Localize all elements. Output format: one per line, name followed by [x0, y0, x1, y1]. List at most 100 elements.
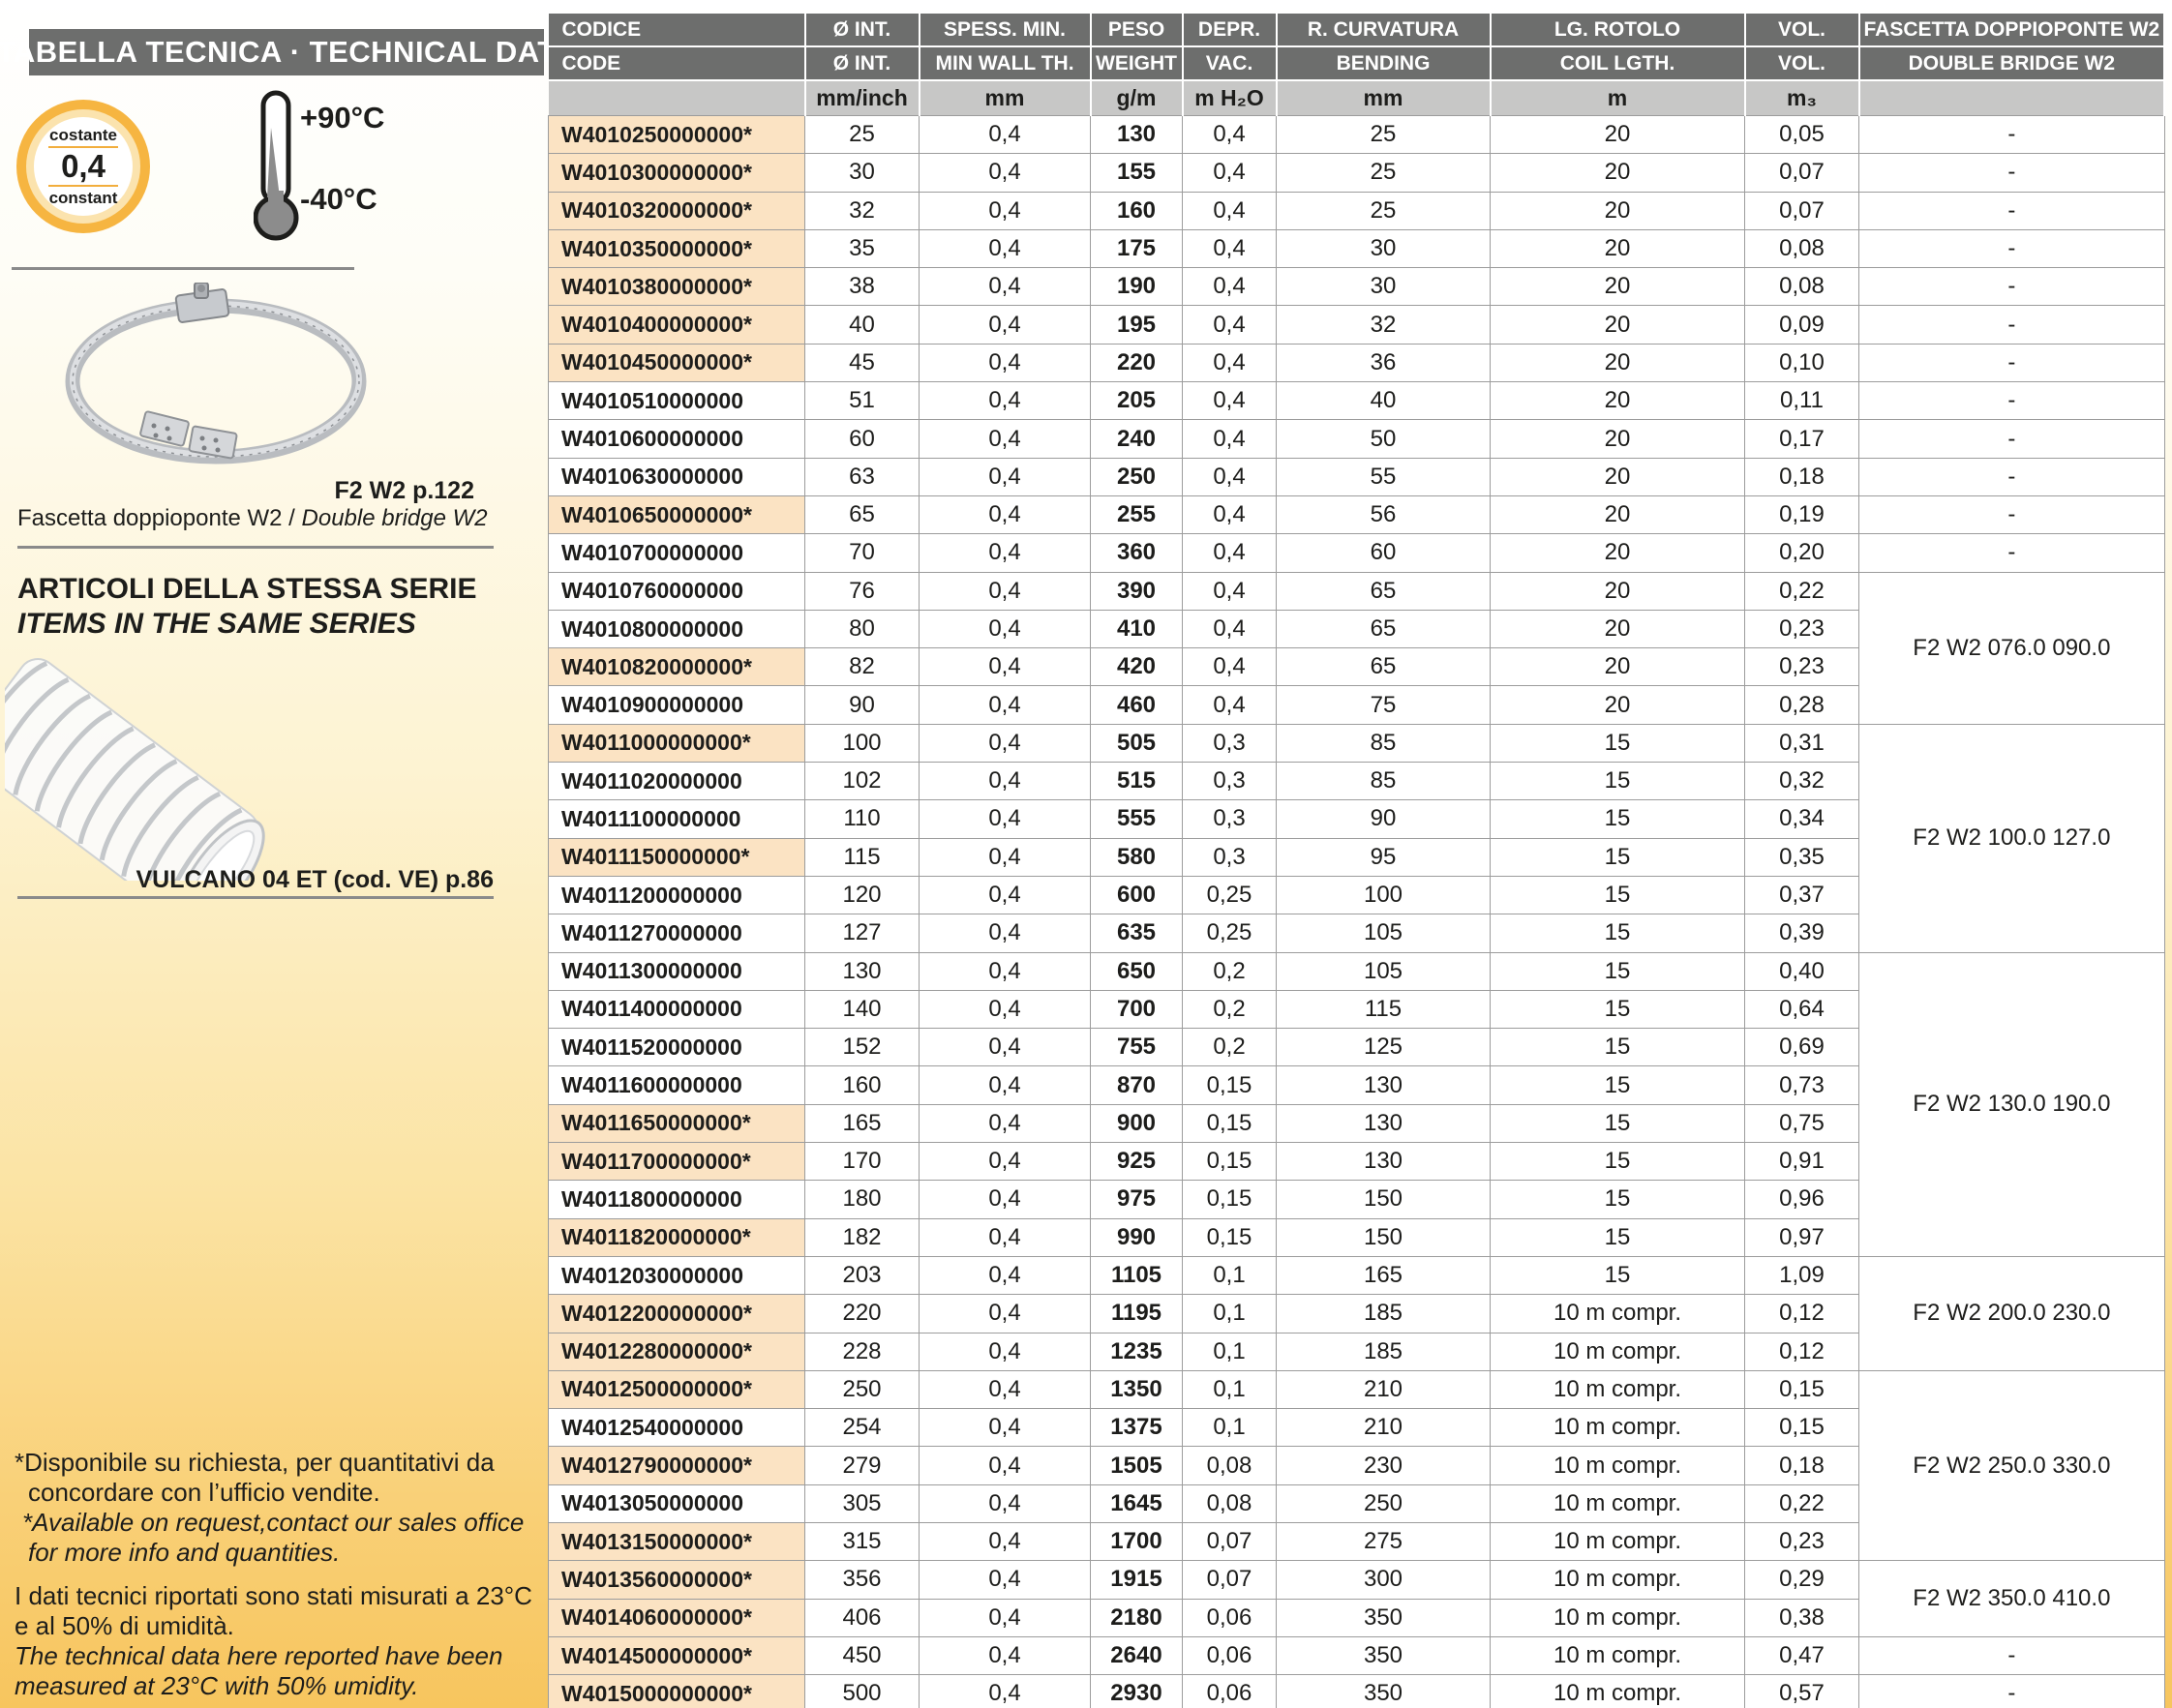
value-cell: 390 [1091, 572, 1183, 610]
value-cell: 85 [1277, 724, 1491, 762]
value-cell: 1350 [1091, 1370, 1183, 1408]
bridge-clamp-cell: - [1859, 229, 2165, 267]
value-cell: 228 [805, 1333, 920, 1370]
value-cell: 0,12 [1745, 1295, 1859, 1333]
value-cell: 0,69 [1745, 1029, 1859, 1066]
value-cell: 130 [1091, 116, 1183, 154]
value-cell: 0,4 [920, 952, 1091, 990]
value-cell: 0,4 [1183, 610, 1277, 647]
value-cell: 10 m compr. [1491, 1675, 1745, 1708]
value-cell: 0,06 [1183, 1675, 1277, 1708]
value-cell: 100 [805, 724, 920, 762]
bridge-clamp-cell: - [1859, 116, 2165, 154]
value-cell: 0,3 [1183, 763, 1277, 800]
value-cell: 0,47 [1745, 1636, 1859, 1674]
value-cell: 0,4 [920, 686, 1091, 724]
value-cell: 195 [1091, 306, 1183, 344]
value-cell: 20 [1491, 420, 1745, 458]
clamp-caption-italian: Fascetta doppioponte W2 / [17, 505, 302, 531]
unit-cell: mm [920, 80, 1091, 116]
value-cell: 0,4 [1183, 229, 1277, 267]
value-cell: 515 [1091, 763, 1183, 800]
value-cell: 1700 [1091, 1522, 1183, 1560]
table-row: W4015000000000*5000,429300,0635010 m com… [549, 1675, 2165, 1708]
value-cell: 0,31 [1745, 724, 1859, 762]
value-cell: 870 [1091, 1066, 1183, 1104]
code-cell: W4013560000000* [549, 1561, 805, 1599]
code-cell: W4013050000000 [549, 1484, 805, 1522]
value-cell: 0,1 [1183, 1333, 1277, 1370]
value-cell: 10 m compr. [1491, 1522, 1745, 1560]
value-cell: 0,34 [1745, 800, 1859, 838]
value-cell: 15 [1491, 876, 1745, 914]
value-cell: 0,4 [1183, 154, 1277, 192]
table-row: W4010650000000*650,42550,456200,19- [549, 495, 2165, 533]
value-cell: 0,40 [1745, 952, 1859, 990]
value-cell: 2640 [1091, 1636, 1183, 1674]
value-cell: 0,4 [920, 154, 1091, 192]
value-cell: 0,4 [920, 1599, 1091, 1636]
value-cell: 250 [1277, 1484, 1491, 1522]
badge-content: costante 0,4 constant [34, 117, 133, 216]
value-cell: 279 [805, 1447, 920, 1484]
code-cell: W4010300000000* [549, 154, 805, 192]
code-cell: W4010630000000 [549, 458, 805, 495]
table-row: W40113000000001300,46500,2105150,40F2 W2… [549, 952, 2165, 990]
bridge-clamp-cell: - [1859, 495, 2165, 533]
column-header: SPESS. MIN. [920, 14, 1091, 46]
value-cell: 0,22 [1745, 1484, 1859, 1522]
value-cell: 0,75 [1745, 1104, 1859, 1142]
code-cell: W4010800000000 [549, 610, 805, 647]
code-cell: W4010380000000* [549, 268, 805, 306]
column-header: MIN WALL TH. [920, 46, 1091, 80]
value-cell: 0,4 [1183, 458, 1277, 495]
value-cell: 10 m compr. [1491, 1636, 1745, 1674]
value-cell: 0,39 [1745, 914, 1859, 952]
value-cell: 180 [805, 1181, 920, 1218]
value-cell: 0,15 [1183, 1066, 1277, 1104]
value-cell: 38 [805, 268, 920, 306]
unit-cell: mm [1277, 80, 1491, 116]
clamp-photo [53, 283, 373, 472]
catalog-page: TABELLA TECNICA · TECHNICAL DATA costant… [0, 0, 2172, 1708]
value-cell: 0,4 [1183, 344, 1277, 381]
value-cell: 0,23 [1745, 648, 1859, 686]
hose-photo [5, 634, 315, 881]
value-cell: 555 [1091, 800, 1183, 838]
section-divider [17, 896, 494, 899]
value-cell: 0,18 [1745, 458, 1859, 495]
value-cell: 406 [805, 1599, 920, 1636]
footnote-line: for more info and quantities. [15, 1538, 542, 1568]
value-cell: 990 [1091, 1218, 1183, 1256]
value-cell: 0,2 [1183, 990, 1277, 1028]
bridge-clamp-cell: - [1859, 1636, 2165, 1674]
value-cell: 185 [1277, 1295, 1491, 1333]
value-cell: 0,10 [1745, 344, 1859, 381]
value-cell: 0,2 [1183, 1029, 1277, 1066]
code-cell: W4010900000000 [549, 686, 805, 724]
code-cell: W4010510000000 [549, 382, 805, 420]
bridge-clamp-cell: - [1859, 458, 2165, 495]
value-cell: 0,4 [920, 763, 1091, 800]
code-cell: W4014060000000* [549, 1599, 805, 1636]
value-cell: 30 [1277, 229, 1491, 267]
value-cell: 0,15 [1183, 1218, 1277, 1256]
footnote-line: e al 50% di umidità. [15, 1611, 542, 1641]
code-cell: W4013150000000* [549, 1522, 805, 1560]
series-heading-italian: ARTICOLI DELLA STESSA SERIE [17, 573, 476, 606]
value-cell: 420 [1091, 648, 1183, 686]
value-cell: 0,35 [1745, 838, 1859, 876]
value-cell: 0,11 [1745, 382, 1859, 420]
value-cell: 0,07 [1183, 1522, 1277, 1560]
column-header: COIL LGTH. [1491, 46, 1745, 80]
value-cell: 580 [1091, 838, 1183, 876]
footnote-line: I dati tecnici riportati sono stati misu… [15, 1581, 542, 1611]
value-cell: 130 [1277, 1143, 1491, 1181]
value-cell: 0,96 [1745, 1181, 1859, 1218]
value-cell: 0,15 [1183, 1104, 1277, 1142]
table-row: W4010250000000*250,41300,425200,05- [549, 116, 2165, 154]
value-cell: 0,4 [920, 1447, 1091, 1484]
value-cell: 0,25 [1183, 914, 1277, 952]
value-cell: 90 [1277, 800, 1491, 838]
value-cell: 700 [1091, 990, 1183, 1028]
